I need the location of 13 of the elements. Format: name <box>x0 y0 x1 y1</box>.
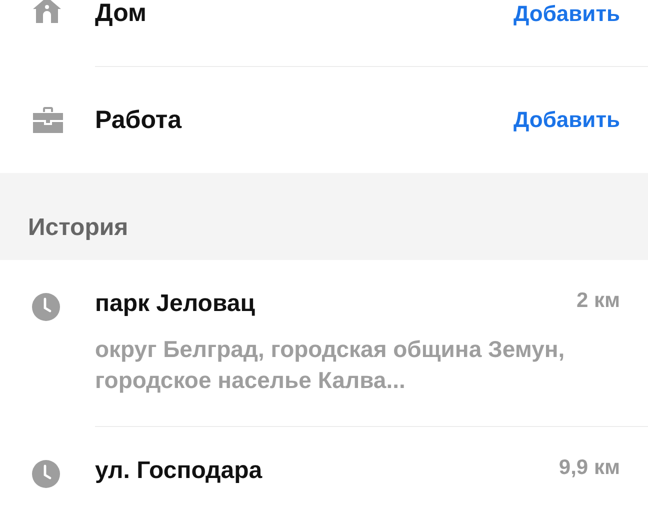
briefcase-icon <box>32 106 64 134</box>
place-name[interactable]: парк Јеловац <box>95 290 256 318</box>
add-link[interactable]: Добавить <box>513 107 620 133</box>
place-name[interactable]: ул. Господара <box>95 457 262 485</box>
section-title: История <box>28 214 128 242</box>
clock-icon <box>32 460 60 488</box>
place-label: Работа <box>95 106 182 134</box>
place-address: округ Белград, городская община Земун, городское населье Калва... <box>95 335 565 395</box>
place-label: Дом <box>95 0 147 28</box>
distance: 2 км <box>576 289 620 313</box>
clock-icon <box>32 293 60 321</box>
distance: 9,9 км <box>558 456 620 480</box>
add-link[interactable]: Добавить <box>513 0 620 26</box>
